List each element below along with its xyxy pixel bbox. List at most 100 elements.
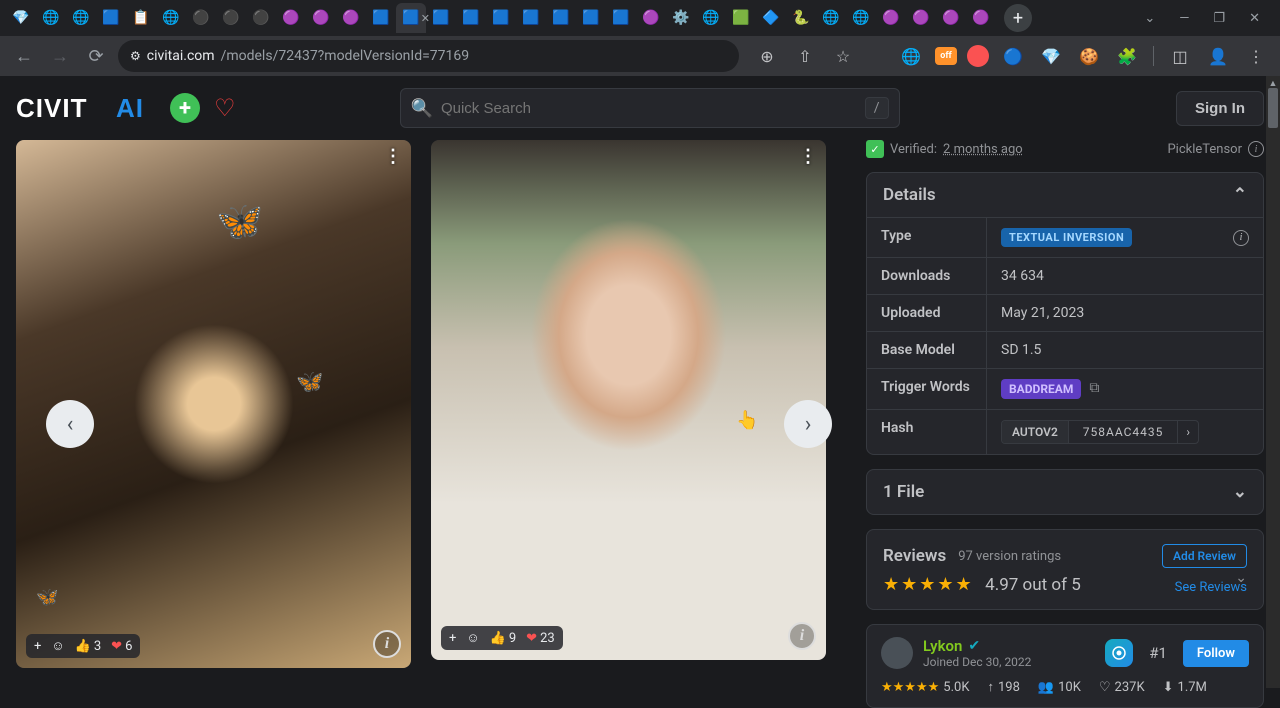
url-input[interactable]: ⚙ civitai.com/models/72437?modelVersionI… [118,40,739,72]
trigger-word-badge[interactable]: BADDREAM [1001,379,1081,399]
gallery-image[interactable]: ⋮ + ☺ 👍9 ❤23 i [431,140,826,660]
tab[interactable]: 📋 [126,3,156,33]
ext-icon[interactable]: 💎 [1037,42,1065,70]
tab[interactable]: 🔷 [756,3,786,33]
tab[interactable]: ⚫ [186,3,216,33]
add-reaction-button[interactable]: + [449,631,456,646]
files-panel[interactable]: 1 File ⌄ [866,469,1264,515]
ext-icon[interactable]: 🍪 [1075,42,1103,70]
tab[interactable]: 🌐 [816,3,846,33]
add-review-button[interactable]: Add Review [1162,544,1247,568]
tab[interactable]: 🟣 [906,3,936,33]
uploaded-value: May 21, 2023 [987,295,1263,331]
scrollbar[interactable]: ▲ [1266,76,1280,688]
tab[interactable]: 🟣 [936,3,966,33]
back-button[interactable]: ← [10,42,38,70]
info-icon[interactable]: i [373,630,401,658]
ext-icon[interactable]: 🔵 [999,42,1027,70]
tab[interactable]: 💎 [6,3,36,33]
thumbs-reaction[interactable]: 👍9 [490,631,517,646]
scrollbar-thumb[interactable] [1268,88,1278,128]
tab[interactable]: 🟦 [516,3,546,33]
tab[interactable]: 🌐 [846,3,876,33]
tab[interactable]: 🟣 [966,3,996,33]
image-menu-icon[interactable]: ⋮ [799,146,816,167]
tab[interactable]: 🟦 [576,3,606,33]
heart-reaction[interactable]: ❤6 [111,639,132,654]
search-input[interactable] [441,100,865,117]
tab[interactable]: 🟦 [366,3,396,33]
tab[interactable]: ⚙️ [666,3,696,33]
tab[interactable]: 🐍 [786,3,816,33]
tab-dropdown-icon[interactable]: ⌄ [1144,11,1155,26]
ext-icon[interactable] [967,45,989,67]
hash-type[interactable]: AUTOV2 [1002,421,1069,443]
tab[interactable]: 🌐 [696,3,726,33]
tab[interactable]: ⚫ [216,3,246,33]
info-icon[interactable]: i [788,622,816,650]
chevron-down-icon[interactable]: ⌄ [1235,570,1247,586]
emoji-reaction-button[interactable]: ☺ [466,630,479,646]
tab[interactable]: 🟣 [336,3,366,33]
logo[interactable]: CIVITAI [16,92,156,124]
gallery-next-button[interactable]: › [784,400,832,448]
tab[interactable]: 🌐 [36,3,66,33]
emoji-reaction-button[interactable]: ☺ [51,638,64,654]
info-icon[interactable]: i [1233,230,1249,246]
forward-button[interactable]: → [46,42,74,70]
tab[interactable]: 🟣 [636,3,666,33]
detail-label: Type [867,218,987,257]
tab[interactable]: 🟦 [486,3,516,33]
search-box[interactable]: 🔍 / [400,88,900,128]
info-icon[interactable]: i [1248,141,1264,157]
tab[interactable]: 🟩 [726,3,756,33]
bookmark-icon[interactable]: ☆ [829,42,857,70]
tab[interactable]: 🟣 [306,3,336,33]
hash-value[interactable]: 758AAC4435 [1069,421,1179,443]
tab[interactable]: 🌐 [156,3,186,33]
tab[interactable]: 🟦 [426,3,456,33]
new-tab-button[interactable]: + [1004,4,1032,32]
follow-button[interactable]: Follow [1183,640,1249,667]
install-app-icon[interactable]: ⊕ [753,42,781,70]
tab[interactable]: 🟦 [96,3,126,33]
add-reaction-button[interactable]: + [34,639,41,654]
creator-name[interactable]: Lykon [923,637,962,655]
share-icon[interactable]: ⇧ [791,42,819,70]
close-window-icon[interactable]: ✕ [1249,11,1260,26]
tab[interactable]: ⚫ [246,3,276,33]
menu-icon[interactable]: ⋮ [1242,42,1270,70]
maximize-icon[interactable]: ❐ [1213,11,1225,26]
tab[interactable]: 🟦 [606,3,636,33]
site-info-icon[interactable]: ⚙ [130,49,141,63]
ext-icon[interactable]: 🌐 [897,42,925,70]
tab[interactable]: 🟣 [876,3,906,33]
verified-date[interactable]: 2 months ago [943,142,1023,157]
create-button[interactable]: + [170,93,200,123]
favorites-button[interactable]: ♡ [214,94,236,122]
tab[interactable]: 🟦 [546,3,576,33]
tab[interactable]: 🟦 [456,3,486,33]
hash-more-button[interactable]: › [1178,421,1198,443]
reload-button[interactable]: ⟳ [82,42,110,70]
sign-in-button[interactable]: Sign In [1176,91,1264,126]
heart-reaction[interactable]: ❤23 [526,631,555,646]
tab[interactable]: 🌐 [66,3,96,33]
extensions-icon[interactable]: 🧩 [1113,42,1141,70]
close-icon[interactable]: ✕ [421,12,430,25]
rating-text: 4.97 out of 5 [985,575,1081,595]
tab-active[interactable]: 🟦✕ [396,3,426,33]
thumbs-reaction[interactable]: 👍3 [75,639,102,654]
image-menu-icon[interactable]: ⋮ [384,146,401,167]
profile-icon[interactable]: 👤 [1204,42,1232,70]
copy-icon[interactable]: ⧉ [1089,380,1107,398]
avatar[interactable] [881,637,913,669]
tab-strip: 💎 🌐 🌐 🟦 📋 🌐 ⚫ ⚫ ⚫ 🟣 🟣 🟣 🟦 🟦✕ 🟦 🟦 🟦 🟦 🟦 🟦… [0,0,1280,36]
details-header[interactable]: Details ⌃ [867,173,1263,217]
ext-icon[interactable]: off [935,47,957,65]
verified-label: Verified: [890,142,937,157]
gallery-prev-button[interactable]: ‹ [46,400,94,448]
minimize-icon[interactable]: — [1179,11,1189,26]
tab[interactable]: 🟣 [276,3,306,33]
sidepanel-icon[interactable]: ◫ [1166,42,1194,70]
